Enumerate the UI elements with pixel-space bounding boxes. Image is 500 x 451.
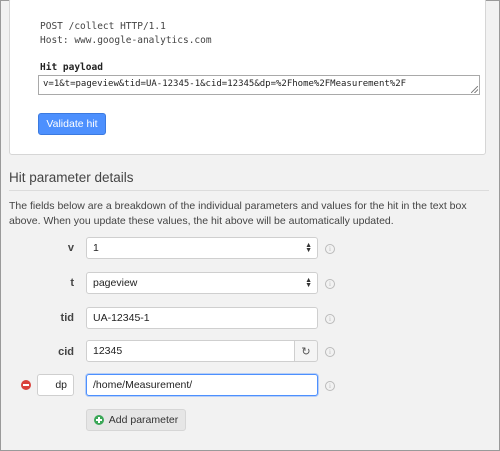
host-line: Host: www.google-analytics.com [40, 35, 212, 46]
plus-icon [93, 415, 104, 425]
info-icon[interactable]: i [325, 314, 335, 324]
param-value-dp: /home/Measurement/ [93, 379, 193, 391]
payload-textarea[interactable]: v=1&t=pageview&tid=UA-12345-1&cid=12345&… [38, 75, 480, 95]
param-value-tid: UA-12345-1 [93, 312, 150, 324]
section-description: The fields below are a breakdown of the … [9, 200, 467, 227]
param-input-dp[interactable]: /home/Measurement/ [86, 374, 318, 396]
param-value-v: 1 [93, 242, 99, 254]
param-label-v: v [67, 242, 74, 254]
info-icon[interactable]: i [325, 279, 335, 289]
param-label-t: t [70, 277, 74, 289]
validate-hit-button[interactable]: Validate hit [38, 113, 106, 135]
request-card: POST /collect HTTP/1.1 Host: www.google-… [9, 0, 486, 155]
param-value-t: pageview [93, 277, 138, 289]
remove-icon[interactable] [21, 380, 31, 390]
payload-text: v=1&t=pageview&tid=UA-12345-1&cid=12345&… [43, 79, 407, 89]
select-arrows-icon: ▲ ▼ [305, 277, 312, 289]
refresh-button[interactable]: ↻ [294, 340, 318, 362]
param-select-t[interactable]: pageview ▲ ▼ [86, 272, 318, 294]
param-label-tid: tid [60, 312, 74, 324]
section-divider [9, 190, 489, 191]
select-arrows-icon: ▲ ▼ [305, 242, 312, 254]
info-icon[interactable]: i [325, 347, 335, 357]
section-title: Hit parameter details [9, 170, 134, 185]
param-select-v[interactable]: 1 ▲ ▼ [86, 237, 318, 259]
info-icon[interactable]: i [325, 244, 335, 254]
add-parameter-label: Add parameter [108, 414, 179, 426]
payload-label: Hit payload [40, 62, 103, 73]
param-name-input-dp[interactable]: dp [37, 374, 74, 396]
refresh-icon: ↻ [301, 344, 311, 358]
request-line: POST /collect HTTP/1.1 [40, 21, 166, 32]
param-name-dp: dp [55, 379, 67, 391]
param-input-tid[interactable]: UA-12345-1 [86, 307, 318, 329]
param-input-cid[interactable]: 12345 [86, 340, 295, 362]
resize-grip-icon[interactable] [471, 86, 478, 93]
param-label-cid: cid [58, 346, 74, 358]
info-icon[interactable]: i [325, 381, 335, 391]
param-value-cid: 12345 [93, 345, 123, 357]
add-parameter-button[interactable]: Add parameter [86, 409, 186, 431]
